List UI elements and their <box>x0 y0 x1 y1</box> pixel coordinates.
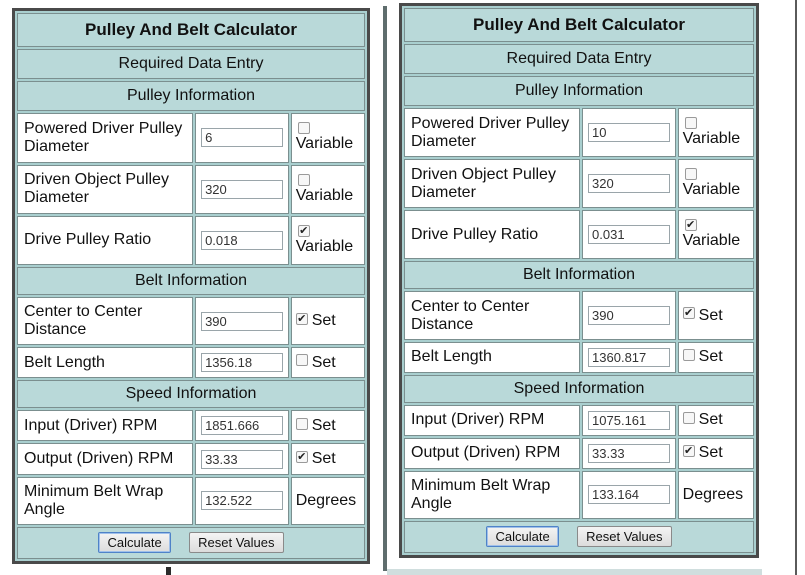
speed-info-heading: Speed Information <box>17 380 365 409</box>
input-rpm-set-label: Set <box>698 411 723 429</box>
ratio-variable-checkbox[interactable]: ✔ <box>684 219 697 232</box>
driven-variable-label: Variable <box>295 186 354 204</box>
output-rpm-set-checkbox[interactable]: ✔ <box>682 444 695 457</box>
driver-diameter-label: Powered Driver Pulley Diameter <box>17 113 194 163</box>
calculator-title: Pulley And Belt Calculator <box>17 13 365 48</box>
pulley-info-heading: Pulley Information <box>404 76 754 107</box>
input-rpm-set-checkbox[interactable] <box>682 411 695 424</box>
calculate-button[interactable]: Calculate <box>486 526 559 548</box>
bottom-strip <box>387 569 762 575</box>
drive-ratio-label: Drive Pulley Ratio <box>17 215 194 265</box>
reset-values-button[interactable]: Reset Values <box>577 526 672 548</box>
center-distance-label: Center to Center Distance <box>17 297 194 346</box>
output-rpm-input[interactable] <box>588 443 670 463</box>
input-rpm-label: Input (Driver) RPM <box>404 404 581 436</box>
belt-wrap-input[interactable] <box>201 491 283 511</box>
center-set-label: Set <box>311 312 336 330</box>
belt-length-label: Belt Length <box>404 341 581 373</box>
belt-length-input[interactable] <box>588 347 670 367</box>
driven-diameter-input[interactable] <box>588 174 670 194</box>
calculator-left: Pulley And Belt Calculator Required Data… <box>12 8 370 564</box>
output-rpm-input[interactable] <box>201 449 283 469</box>
input-rpm-label: Input (Driver) RPM <box>17 410 194 442</box>
calculator-title: Pulley And Belt Calculator <box>404 8 754 43</box>
ratio-variable-label: Variable <box>295 237 354 255</box>
belt-wrap-input[interactable] <box>588 485 670 505</box>
center-set-label: Set <box>698 306 723 324</box>
driver-variable-checkbox[interactable] <box>297 122 310 135</box>
belt-length-label: Belt Length <box>17 347 194 379</box>
belt-length-input[interactable] <box>201 353 283 373</box>
length-set-checkbox[interactable] <box>295 354 308 367</box>
belt-info-heading: Belt Information <box>17 266 365 295</box>
driver-diameter-label: Powered Driver Pulley Diameter <box>404 108 581 158</box>
pulley-info-heading: Pulley Information <box>17 81 365 112</box>
panel-divider <box>383 6 387 571</box>
driven-variable-label: Variable <box>682 181 741 199</box>
driven-diameter-input[interactable] <box>201 179 283 199</box>
driven-variable-checkbox[interactable] <box>297 173 310 186</box>
ratio-variable-label: Variable <box>682 232 741 250</box>
calculator-left-table: Pulley And Belt Calculator Required Data… <box>15 11 367 561</box>
driven-variable-checkbox[interactable] <box>684 168 697 181</box>
belt-wrap-label: Minimum Belt Wrap Angle <box>404 470 581 519</box>
driven-diameter-label: Driven Object Pulley Diameter <box>17 164 194 214</box>
belt-wrap-unit: Degrees <box>290 476 365 525</box>
required-data-heading: Required Data Entry <box>17 49 365 80</box>
window-edge-left <box>166 567 171 575</box>
input-rpm-input[interactable] <box>201 416 283 436</box>
driver-variable-label: Variable <box>682 130 741 148</box>
calculator-right: Pulley And Belt Calculator Required Data… <box>399 3 759 558</box>
drive-ratio-input[interactable] <box>201 230 283 250</box>
drive-ratio-input[interactable] <box>588 225 670 245</box>
output-rpm-set-checkbox[interactable]: ✔ <box>295 450 308 463</box>
input-rpm-input[interactable] <box>588 410 670 430</box>
driver-variable-label: Variable <box>295 135 354 153</box>
center-set-checkbox[interactable]: ✔ <box>682 307 695 320</box>
length-set-checkbox[interactable] <box>682 348 695 361</box>
driven-diameter-label: Driven Object Pulley Diameter <box>404 159 581 209</box>
drive-ratio-label: Drive Pulley Ratio <box>404 210 581 260</box>
required-data-heading: Required Data Entry <box>404 44 754 75</box>
window-edge-right <box>795 0 805 575</box>
driver-diameter-input[interactable] <box>201 128 283 148</box>
belt-info-heading: Belt Information <box>404 261 754 290</box>
center-set-checkbox[interactable]: ✔ <box>295 312 308 325</box>
length-set-label: Set <box>698 348 723 366</box>
reset-values-button[interactable]: Reset Values <box>189 532 284 554</box>
calculator-right-table: Pulley And Belt Calculator Required Data… <box>402 6 756 555</box>
speed-info-heading: Speed Information <box>404 374 754 403</box>
input-rpm-set-checkbox[interactable] <box>295 417 308 430</box>
driver-diameter-input[interactable] <box>588 123 670 143</box>
ratio-variable-checkbox[interactable]: ✔ <box>297 224 310 237</box>
calculate-button[interactable]: Calculate <box>98 532 171 554</box>
center-distance-label: Center to Center Distance <box>404 291 581 340</box>
output-rpm-label: Output (Driven) RPM <box>17 443 194 475</box>
belt-wrap-label: Minimum Belt Wrap Angle <box>17 476 194 525</box>
center-distance-input[interactable] <box>201 311 283 331</box>
input-rpm-set-label: Set <box>311 416 336 434</box>
belt-wrap-unit: Degrees <box>677 470 754 519</box>
output-rpm-set-label: Set <box>311 450 336 468</box>
output-rpm-label: Output (Driven) RPM <box>404 437 581 469</box>
center-distance-input[interactable] <box>588 306 670 326</box>
length-set-label: Set <box>311 353 336 371</box>
driver-variable-checkbox[interactable] <box>684 117 697 130</box>
output-rpm-set-label: Set <box>698 444 723 462</box>
